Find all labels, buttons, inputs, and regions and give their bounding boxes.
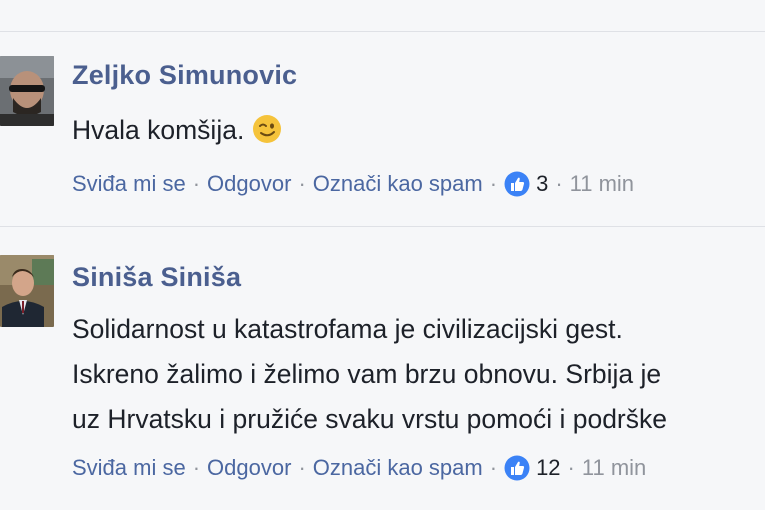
- comment-line: uz Hrvatsku i pružiće svaku vrstu pomoći…: [72, 404, 667, 434]
- separator-dot: ·: [298, 171, 306, 196]
- thumbs-up-icon[interactable]: [504, 455, 530, 481]
- reply-link[interactable]: Odgovor: [207, 455, 291, 481]
- comment-divider: [0, 226, 765, 227]
- separator-dot: ·: [192, 455, 201, 480]
- timestamp[interactable]: 11 min: [570, 171, 634, 197]
- avatar-photo-icon: [0, 56, 54, 126]
- top-divider: [0, 31, 765, 32]
- separator-dot: ·: [192, 171, 201, 196]
- separator-dot: ·: [489, 455, 498, 480]
- comment-actions: Sviđa mi se · Odgovor · Označi kao spam …: [72, 171, 634, 197]
- mark-spam-link[interactable]: Označi kao spam: [313, 171, 483, 197]
- like-link[interactable]: Sviđa mi se: [72, 171, 186, 197]
- comment-author[interactable]: Zeljko Simunovic: [72, 60, 297, 91]
- comment-line: Hvala komšija.: [72, 115, 245, 145]
- thumbs-up-icon[interactable]: [504, 171, 530, 197]
- comment-line: Solidarnost u katastrofama je civilizaci…: [72, 314, 623, 344]
- separator-dot: ·: [489, 171, 498, 196]
- comment-text: Hvala komšija.: [72, 108, 282, 153]
- winking-face-icon: [252, 113, 282, 143]
- like-count[interactable]: 12: [536, 455, 560, 481]
- avatar[interactable]: [0, 56, 54, 126]
- like-link[interactable]: Sviđa mi se: [72, 455, 186, 481]
- like-count[interactable]: 3: [536, 171, 548, 197]
- avatar-photo-icon: [0, 255, 54, 327]
- comment-text: Solidarnost u katastrofama je civilizaci…: [72, 307, 667, 442]
- reply-link[interactable]: Odgovor: [207, 171, 291, 197]
- separator-dot: ·: [555, 171, 563, 196]
- mark-spam-link[interactable]: Označi kao spam: [313, 455, 483, 481]
- separator-dot: ·: [567, 455, 575, 480]
- comment-author[interactable]: Siniša Siniša: [72, 262, 241, 293]
- separator-dot: ·: [298, 455, 306, 480]
- avatar[interactable]: [0, 255, 54, 327]
- timestamp[interactable]: 11 min: [582, 455, 646, 481]
- comment-actions: Sviđa mi se · Odgovor · Označi kao spam …: [72, 455, 646, 481]
- comment-line: Iskreno žalimo i želimo vam brzu obnovu.…: [72, 359, 662, 389]
